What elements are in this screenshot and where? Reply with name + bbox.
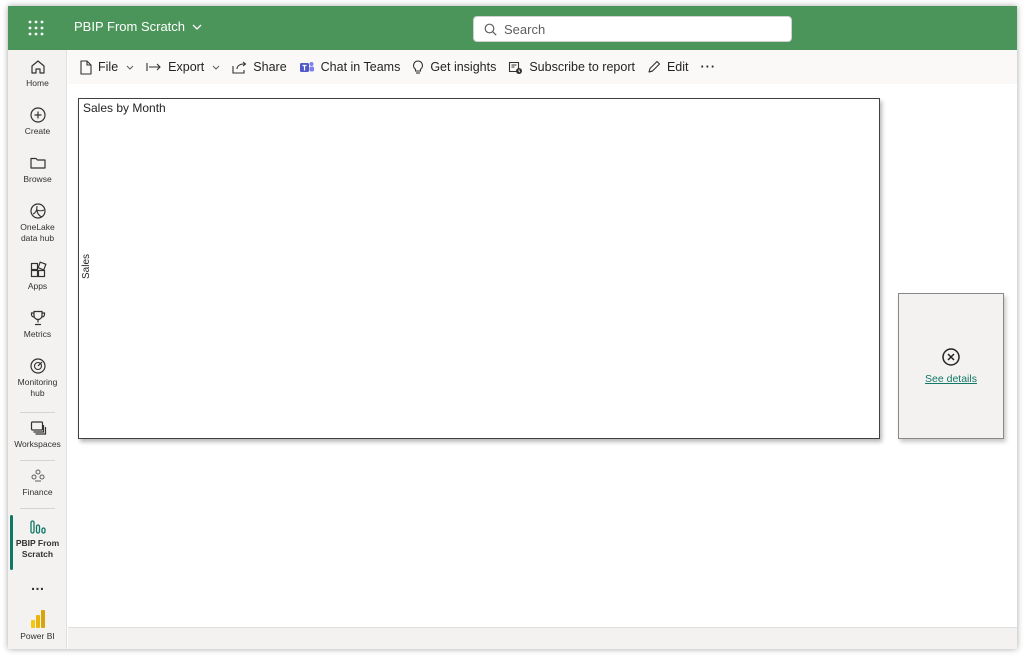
nav-label: OneLake data hub (20, 222, 55, 243)
plus-circle-icon (29, 107, 46, 123)
nav-more[interactable]: … (8, 577, 67, 593)
export-icon (146, 63, 161, 71)
folder-icon (29, 157, 46, 169)
search-box[interactable] (473, 16, 792, 42)
get-insights-label: Get insights (430, 60, 497, 74)
nav-label: Power BI (20, 631, 55, 641)
action-bar: File Export Share Chat in Teams Get insi… (68, 50, 1017, 84)
trophy-icon (30, 310, 45, 326)
nav-label: Create (24, 126, 51, 136)
nav-divider (20, 460, 55, 461)
nav-divider (20, 412, 55, 413)
file-menu-button[interactable]: File (74, 53, 140, 81)
share-icon (232, 61, 247, 74)
lightbulb-icon (413, 59, 424, 74)
y-axis-label: Sales (81, 253, 92, 279)
page-tab-bar (68, 627, 1017, 649)
top-bar: PBIP From Scratch (8, 6, 1017, 50)
chat-in-teams-button[interactable]: Chat in Teams (293, 53, 407, 81)
chevron-down-icon (212, 65, 220, 70)
see-details-link[interactable]: See details (925, 373, 977, 385)
report-title: PBIP From Scratch (74, 19, 186, 34)
nav-create[interactable]: Create (8, 106, 67, 137)
nav-label: Home (26, 78, 49, 88)
nav-onelake[interactable]: OneLake data hub (8, 202, 67, 244)
nav-workspaces[interactable]: Workspaces (8, 419, 67, 450)
export-menu-button[interactable]: Export (140, 53, 226, 81)
teams-icon (299, 61, 314, 72)
more-icon: … (30, 577, 45, 593)
get-insights-button[interactable]: Get insights (406, 53, 502, 81)
nav-home[interactable]: Home (8, 58, 67, 89)
nav-metrics[interactable]: Metrics (8, 309, 67, 340)
home-icon (30, 60, 45, 74)
workspaces-icon (30, 421, 46, 435)
more-options-icon: ··· (700, 60, 716, 74)
onelake-icon (29, 203, 46, 219)
chevron-down-icon (192, 24, 202, 30)
nav-finance[interactable]: Finance (8, 467, 67, 498)
pencil-icon (648, 60, 661, 73)
report-icon (29, 520, 46, 534)
nav-divider (20, 508, 55, 509)
more-options-button[interactable]: ··· (695, 53, 723, 81)
nav-monitoring[interactable]: Monitoring hub (8, 357, 67, 399)
chat-in-teams-label: Chat in Teams (320, 60, 401, 74)
nav-label: Apps (27, 281, 48, 291)
sales-by-month-visual[interactable]: Sales by Month Sales (78, 98, 880, 439)
left-nav: Home Create Browse OneLake data hub Apps… (8, 50, 67, 649)
monitoring-icon (29, 358, 46, 374)
edit-label: Edit (666, 60, 689, 74)
subscribe-icon (509, 61, 523, 74)
file-label: File (98, 60, 119, 74)
share-label: Share (253, 60, 287, 74)
powerbi-icon (30, 610, 45, 628)
nav-label: PBIP From Scratch (15, 538, 60, 559)
subscribe-button[interactable]: Subscribe to report (502, 53, 641, 81)
app-window: PBIP From Scratch Home Create Browse One… (8, 6, 1017, 649)
export-label: Export (168, 60, 205, 74)
edit-button[interactable]: Edit (641, 53, 695, 81)
nav-browse[interactable]: Browse (8, 154, 67, 185)
subscribe-label: Subscribe to report (529, 60, 635, 74)
share-button[interactable]: Share (226, 53, 292, 81)
nav-powerbi[interactable]: Power BI (8, 609, 67, 642)
nav-apps[interactable]: Apps (8, 261, 67, 292)
nav-label: Finance (22, 487, 53, 497)
apps-icon (30, 261, 47, 278)
search-icon (484, 23, 497, 36)
visual-title: Sales by Month (83, 101, 166, 115)
report-title-dropdown[interactable]: PBIP From Scratch (74, 19, 202, 34)
nav-current-report[interactable]: PBIP From Scratch (8, 518, 67, 560)
report-canvas: Sales by Month Sales See details (68, 84, 1017, 627)
file-icon (80, 59, 92, 75)
nav-label: Workspaces (14, 439, 61, 449)
finance-icon (31, 469, 44, 482)
error-circle-icon (942, 348, 960, 366)
app-launcher-icon[interactable] (26, 18, 46, 38)
error-visual: See details (898, 293, 1004, 439)
chevron-down-icon (126, 65, 134, 70)
nav-label: Metrics (23, 329, 52, 339)
nav-label: Browse (23, 174, 52, 184)
search-input[interactable] (504, 21, 774, 37)
nav-label: Monitoring hub (17, 377, 58, 398)
